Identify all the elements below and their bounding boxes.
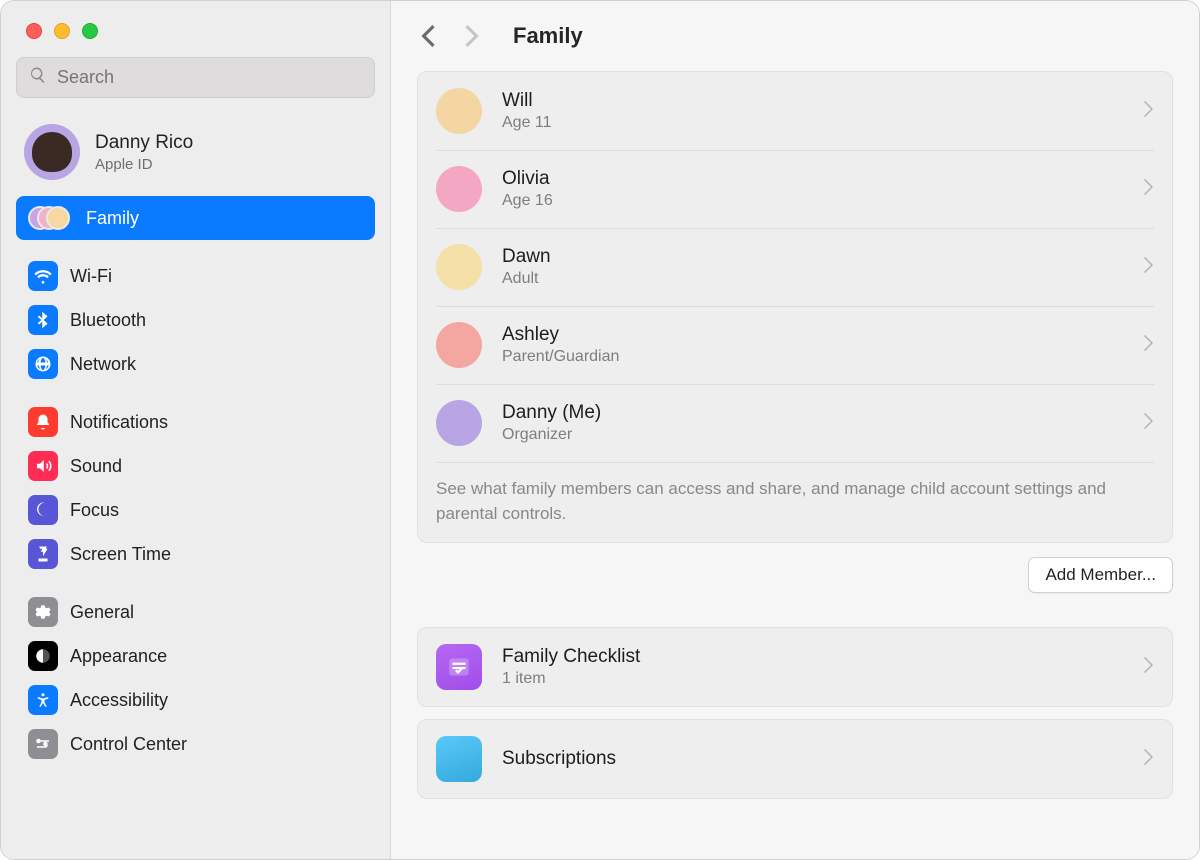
subscriptions-row[interactable]: Subscriptions bbox=[418, 720, 1172, 798]
screentime-icon bbox=[28, 539, 58, 569]
avatar bbox=[436, 244, 482, 290]
notifications-icon bbox=[28, 407, 58, 437]
accessibility-icon bbox=[28, 685, 58, 715]
avatar bbox=[436, 322, 482, 368]
sidebar-item-label: General bbox=[70, 602, 134, 623]
header: Family bbox=[391, 1, 1199, 65]
avatar bbox=[436, 400, 482, 446]
settings-window: Danny Rico Apple ID Family Wi-Fi bbox=[0, 0, 1200, 860]
chevron-right-icon bbox=[1144, 257, 1154, 278]
sidebar-item-label: Screen Time bbox=[70, 544, 171, 565]
member-row-will[interactable]: Will Age 11 bbox=[418, 72, 1172, 150]
sidebar-item-label: Sound bbox=[70, 456, 122, 477]
sidebar-item-controlcenter[interactable]: Control Center bbox=[16, 722, 375, 766]
network-icon bbox=[28, 349, 58, 379]
controlcenter-icon bbox=[28, 729, 58, 759]
chevron-right-icon bbox=[1144, 657, 1154, 678]
subscriptions-icon bbox=[436, 736, 482, 782]
sidebar-item-accessibility[interactable]: Accessibility bbox=[16, 678, 375, 722]
chevron-right-icon bbox=[1144, 335, 1154, 356]
sidebar-item-general[interactable]: General bbox=[16, 590, 375, 634]
member-sub: Age 16 bbox=[502, 192, 1124, 210]
sidebar-item-screentime[interactable]: Screen Time bbox=[16, 532, 375, 576]
search-icon bbox=[29, 66, 57, 89]
search-field[interactable] bbox=[16, 57, 375, 98]
search-input[interactable] bbox=[57, 67, 362, 88]
focus-icon bbox=[28, 495, 58, 525]
member-name: Dawn bbox=[502, 246, 1124, 268]
forward-button[interactable] bbox=[461, 25, 483, 47]
appearance-icon bbox=[28, 641, 58, 671]
add-member-button[interactable]: Add Member... bbox=[1028, 557, 1173, 593]
member-name: Olivia bbox=[502, 168, 1124, 190]
sidebar-item-label: Notifications bbox=[70, 412, 168, 433]
member-sub: Parent/Guardian bbox=[502, 348, 1124, 366]
sidebar-item-focus[interactable]: Focus bbox=[16, 488, 375, 532]
member-name: Will bbox=[502, 90, 1124, 112]
sidebar-item-label: Accessibility bbox=[70, 690, 168, 711]
page-title: Family bbox=[513, 23, 583, 49]
sidebar-item-label: Appearance bbox=[70, 646, 167, 667]
apple-id-account-row[interactable]: Danny Rico Apple ID bbox=[16, 116, 375, 196]
chevron-right-icon bbox=[1144, 413, 1154, 434]
member-row-dawn[interactable]: Dawn Adult bbox=[418, 228, 1172, 306]
member-name: Ashley bbox=[502, 324, 1124, 346]
member-sub: Adult bbox=[502, 270, 1124, 288]
sidebar-item-label: Wi-Fi bbox=[70, 266, 112, 287]
sidebar: Danny Rico Apple ID Family Wi-Fi bbox=[1, 1, 391, 859]
member-row-ashley[interactable]: Ashley Parent/Guardian bbox=[418, 306, 1172, 384]
account-name: Danny Rico bbox=[95, 132, 193, 154]
family-members-card: Will Age 11 Olivia Age 16 Da bbox=[417, 71, 1173, 543]
avatar bbox=[436, 166, 482, 212]
sidebar-item-sound[interactable]: Sound bbox=[16, 444, 375, 488]
chevron-right-icon bbox=[1144, 749, 1154, 770]
member-name: Danny (Me) bbox=[502, 402, 1124, 424]
sidebar-item-family[interactable]: Family bbox=[16, 196, 375, 240]
back-button[interactable] bbox=[417, 25, 439, 47]
checklist-icon bbox=[436, 644, 482, 690]
wifi-icon bbox=[28, 261, 58, 291]
sidebar-item-wifi[interactable]: Wi-Fi bbox=[16, 254, 375, 298]
subscriptions-title: Subscriptions bbox=[502, 748, 1124, 770]
member-row-danny[interactable]: Danny (Me) Organizer bbox=[418, 384, 1172, 462]
window-controls bbox=[16, 1, 375, 57]
checklist-title: Family Checklist bbox=[502, 646, 1124, 668]
family-checklist-card: Family Checklist 1 item bbox=[417, 627, 1173, 707]
chevron-right-icon bbox=[1144, 101, 1154, 122]
account-sub: Apple ID bbox=[95, 156, 193, 173]
bluetooth-icon bbox=[28, 305, 58, 335]
member-row-olivia[interactable]: Olivia Age 16 bbox=[418, 150, 1172, 228]
subscriptions-card: Subscriptions bbox=[417, 719, 1173, 799]
checklist-sub: 1 item bbox=[502, 670, 1124, 688]
sidebar-list: Family Wi-Fi Bluetooth Network bbox=[16, 196, 375, 766]
sidebar-item-label: Focus bbox=[70, 500, 119, 521]
main-panel: Family Will Age 11 Olivia Age 16 bbox=[391, 1, 1199, 859]
minimize-window-button[interactable] bbox=[54, 23, 70, 39]
sidebar-item-label: Family bbox=[86, 208, 139, 229]
sidebar-item-notifications[interactable]: Notifications bbox=[16, 400, 375, 444]
maximize-window-button[interactable] bbox=[82, 23, 98, 39]
family-icon bbox=[28, 203, 74, 233]
sidebar-item-label: Network bbox=[70, 354, 136, 375]
chevron-right-icon bbox=[1144, 179, 1154, 200]
sidebar-item-label: Control Center bbox=[70, 734, 187, 755]
sound-icon bbox=[28, 451, 58, 481]
sidebar-item-appearance[interactable]: Appearance bbox=[16, 634, 375, 678]
sidebar-item-bluetooth[interactable]: Bluetooth bbox=[16, 298, 375, 342]
sidebar-item-network[interactable]: Network bbox=[16, 342, 375, 386]
members-footer-note: See what family members can access and s… bbox=[436, 477, 1154, 526]
sidebar-item-label: Bluetooth bbox=[70, 310, 146, 331]
general-icon bbox=[28, 597, 58, 627]
member-sub: Age 11 bbox=[502, 114, 1124, 132]
member-sub: Organizer bbox=[502, 426, 1124, 444]
avatar bbox=[436, 88, 482, 134]
family-checklist-row[interactable]: Family Checklist 1 item bbox=[418, 628, 1172, 706]
close-window-button[interactable] bbox=[26, 23, 42, 39]
account-avatar bbox=[24, 124, 80, 180]
